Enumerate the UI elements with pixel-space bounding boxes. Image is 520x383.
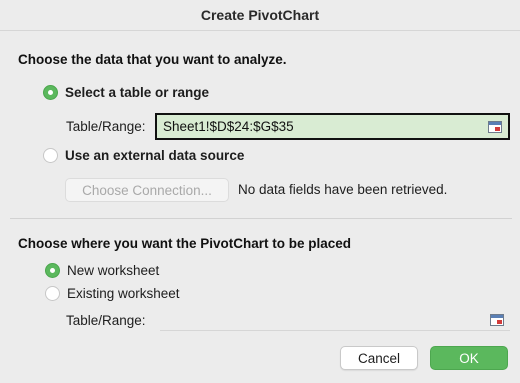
- radio-select-table-range[interactable]: Select a table or range: [43, 85, 209, 100]
- ok-button[interactable]: OK: [430, 346, 508, 370]
- radio-button-checked[interactable]: [43, 85, 58, 100]
- radio-button-checked[interactable]: [45, 263, 60, 278]
- radio-label-existing-worksheet: Existing worksheet: [67, 286, 180, 301]
- radio-label-external: Use an external data source: [65, 148, 245, 163]
- no-data-fields-note: No data fields have been retrieved.: [238, 182, 448, 197]
- radio-label-new-worksheet: New worksheet: [67, 263, 160, 278]
- source-section-heading: Choose the data that you want to analyze…: [18, 52, 287, 67]
- section-divider: [10, 218, 512, 219]
- table-range-label: Table/Range:: [66, 119, 146, 134]
- radio-label-select-table: Select a table or range: [65, 85, 210, 100]
- radio-existing-worksheet[interactable]: Existing worksheet: [45, 286, 180, 301]
- cancel-button[interactable]: Cancel: [340, 346, 418, 370]
- title-divider: [0, 30, 520, 31]
- placement-table-range-input[interactable]: [160, 309, 510, 331]
- radio-new-worksheet[interactable]: New worksheet: [45, 263, 159, 278]
- range-picker-icon[interactable]: [488, 120, 502, 133]
- dialog-title: Create PivotChart: [200, 7, 320, 23]
- table-range-value: Sheet1!$D$24:$G$35: [163, 119, 294, 134]
- placement-table-range-label: Table/Range:: [66, 313, 146, 328]
- choose-connection-button[interactable]: Choose Connection...: [65, 178, 229, 202]
- radio-button-unchecked[interactable]: [45, 286, 60, 301]
- placement-section-heading: Choose where you want the PivotChart to …: [18, 236, 352, 251]
- radio-button-unchecked[interactable]: [43, 148, 58, 163]
- range-picker-icon[interactable]: [490, 313, 504, 326]
- table-range-input[interactable]: Sheet1!$D$24:$G$35: [155, 113, 510, 140]
- radio-external-data-source[interactable]: Use an external data source: [43, 148, 244, 163]
